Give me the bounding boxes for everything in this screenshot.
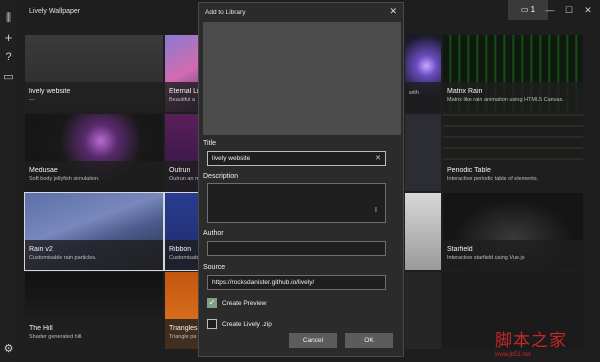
tile-title: lively website	[29, 88, 71, 95]
app-title: Lively Wallpaper	[29, 8, 81, 15]
wallpaper-tile[interactable]: Matrix Rain Matrix like rain animation us…	[443, 35, 583, 112]
wallpaper-tile[interactable]: Starfield Interactive starfield using Vue…	[443, 193, 583, 270]
author-input[interactable]	[207, 241, 386, 256]
cancel-button[interactable]: Cancel	[289, 333, 337, 348]
settings-icon[interactable]: ⚙	[2, 343, 15, 356]
tile-desc: Customisable	[169, 255, 199, 261]
tile-desc: Triangle pa background	[169, 334, 199, 340]
wallpaper-tile[interactable]: The Hill Shader generated hill.	[25, 272, 163, 349]
wallpaper-tile	[405, 272, 441, 349]
preview-image	[203, 22, 401, 135]
source-input-value: https://rocksdanister.github.io/lively/	[212, 279, 315, 286]
create-zip-checkbox[interactable]	[207, 319, 217, 329]
dialog-close-button[interactable]: ✕	[389, 6, 397, 17]
navigation-rail: ⫼ + ? ▭ ⚙	[0, 0, 17, 362]
close-window-button[interactable]: ✕	[577, 0, 599, 20]
tile-title: Medusae	[29, 167, 58, 174]
add-to-library-dialog: Add to Library ✕ Title lively website ✕ …	[198, 2, 404, 357]
tile-title: Starfield	[447, 246, 473, 253]
text-caret-icon: I	[375, 207, 377, 214]
feedback-icon[interactable]: ▭	[2, 71, 15, 84]
help-icon[interactable]: ?	[2, 51, 15, 64]
wallpaper-tile[interactable]: Periodic Table Interactive periodic table…	[443, 114, 583, 191]
tile-desc: Interactive periodic table of elements.	[447, 176, 539, 182]
create-preview-label: Create Preview	[222, 300, 267, 307]
wallpaper-tile[interactable]: Rain v2 Customisable rain particles.	[24, 192, 164, 271]
tile-title: Rain v2	[29, 246, 53, 253]
watermark-text: 脚本之家	[495, 331, 567, 351]
tile-desc: Soft body jellyfish simulation.	[29, 176, 100, 182]
wallpaper-tile[interactable]: Medusae Soft body jellyfish simulation.	[25, 114, 163, 191]
tile-title: The Hill	[29, 325, 53, 332]
tile-desc: Interactive starfield using Vue.js	[447, 255, 525, 261]
tile-desc: Beautiful a	[169, 97, 195, 103]
watermark: 脚本之家 www.jb51.net	[495, 326, 595, 358]
wallpaper-tile	[405, 114, 441, 191]
ok-button[interactable]: OK	[345, 333, 393, 348]
tile-desc: —	[29, 97, 35, 103]
create-preview-checkbox[interactable]: ✓	[207, 298, 217, 308]
tile-title: Triangles	[169, 325, 198, 332]
library-icon[interactable]: ⫼	[2, 12, 15, 25]
title-input-value: lively website	[212, 155, 251, 162]
monitor-count: 1	[530, 5, 536, 14]
tile-desc: Customisable rain particles.	[29, 255, 97, 261]
tile-desc: with	[409, 90, 419, 96]
tile-desc: Outrun an mountains	[169, 176, 199, 182]
tile-title: Matrix Rain	[447, 88, 483, 95]
description-label: Description	[203, 173, 239, 180]
wallpaper-tile[interactable]: lively website —	[25, 35, 163, 112]
dialog-title: Add to Library	[205, 9, 246, 16]
wallpaper-tile	[405, 193, 441, 270]
source-label: Source	[203, 264, 226, 271]
wallpaper-tile[interactable]: with	[405, 35, 441, 112]
tile-title: Eternal Li	[169, 88, 199, 95]
tile-desc: Matrix like rain animation using HTML5 C…	[447, 97, 564, 103]
author-label: Author	[203, 230, 224, 237]
source-input[interactable]: https://rocksdanister.github.io/lively/	[207, 275, 386, 290]
tile-desc: Shader generated hill.	[29, 334, 83, 340]
clear-icon[interactable]: ✕	[375, 152, 381, 165]
tile-title: Ribbon	[169, 246, 192, 253]
tile-title: Outrun	[169, 167, 191, 174]
add-icon[interactable]: +	[2, 31, 15, 44]
title-input[interactable]: lively website ✕	[207, 151, 386, 166]
watermark-url: www.jb51.net	[495, 352, 531, 358]
app-window: ⫼ + ? ▭ ⚙ Lively Wallpaper ▭ 1 — ☐ ✕ liv…	[0, 0, 600, 362]
title-label: Title	[203, 140, 216, 147]
monitor-icon: ▭	[520, 5, 529, 14]
tile-title: Periodic Table	[447, 167, 491, 174]
description-input[interactable]: I	[207, 183, 386, 223]
create-zip-label: Create Lively .zip	[222, 321, 272, 328]
